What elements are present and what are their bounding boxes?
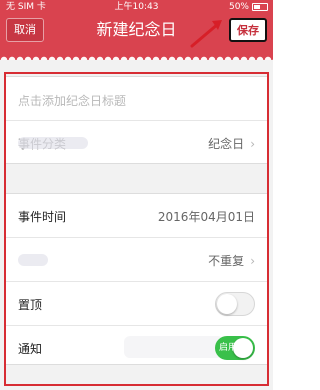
battery-percent: 50% bbox=[228, 2, 249, 12]
blur-overlay bbox=[18, 137, 88, 149]
time-label: 事件时间 bbox=[18, 210, 67, 224]
chevron-right-icon: › bbox=[250, 254, 255, 268]
status-bar: 无 SIM 卡 上午10:43 50% bbox=[0, 0, 273, 14]
repeat-value-text: 不重复 bbox=[208, 254, 245, 268]
category-value-text: 纪念日 bbox=[208, 137, 245, 151]
toggle-knob bbox=[233, 338, 253, 358]
notify-row: 通知 启用 bbox=[6, 326, 267, 370]
category-row[interactable]: 事件分类 纪念日› bbox=[6, 121, 267, 165]
time-row[interactable]: 事件时间 2016年04月01日 bbox=[6, 194, 267, 238]
chevron-right-icon: › bbox=[250, 137, 255, 151]
battery-icon bbox=[252, 3, 268, 11]
pin-toggle[interactable] bbox=[215, 292, 255, 316]
pointer-arrow-icon bbox=[190, 20, 222, 48]
lace-border bbox=[0, 52, 273, 60]
title-input-row[interactable]: 点击添加纪念日标题 bbox=[6, 77, 267, 121]
notify-label: 通知 bbox=[18, 342, 43, 356]
top-bar: 无 SIM 卡 上午10:43 50% 取消 新建纪念日 保存 bbox=[0, 0, 273, 60]
notify-toggle[interactable] bbox=[215, 336, 255, 360]
repeat-value: 不重复 › bbox=[208, 252, 255, 269]
time-value: 2016年04月01日 bbox=[157, 210, 255, 224]
pin-label: 置顶 bbox=[18, 298, 43, 312]
pin-row: 置顶 bbox=[6, 282, 267, 326]
event-settings-group: 事件时间 2016年04月01日 重复 不重复› 置顶 通知 启用 bbox=[6, 193, 267, 365]
blur-overlay bbox=[124, 336, 224, 358]
title-category-group: 点击添加纪念日标题 事件分类 纪念日› bbox=[6, 76, 267, 164]
toggle-knob bbox=[217, 294, 237, 314]
save-button[interactable]: 保存 bbox=[229, 18, 267, 42]
category-value: 纪念日 › bbox=[208, 135, 255, 152]
title-placeholder[interactable]: 点击添加纪念日标题 bbox=[18, 92, 126, 109]
repeat-row[interactable]: 重复 不重复› bbox=[6, 238, 267, 282]
